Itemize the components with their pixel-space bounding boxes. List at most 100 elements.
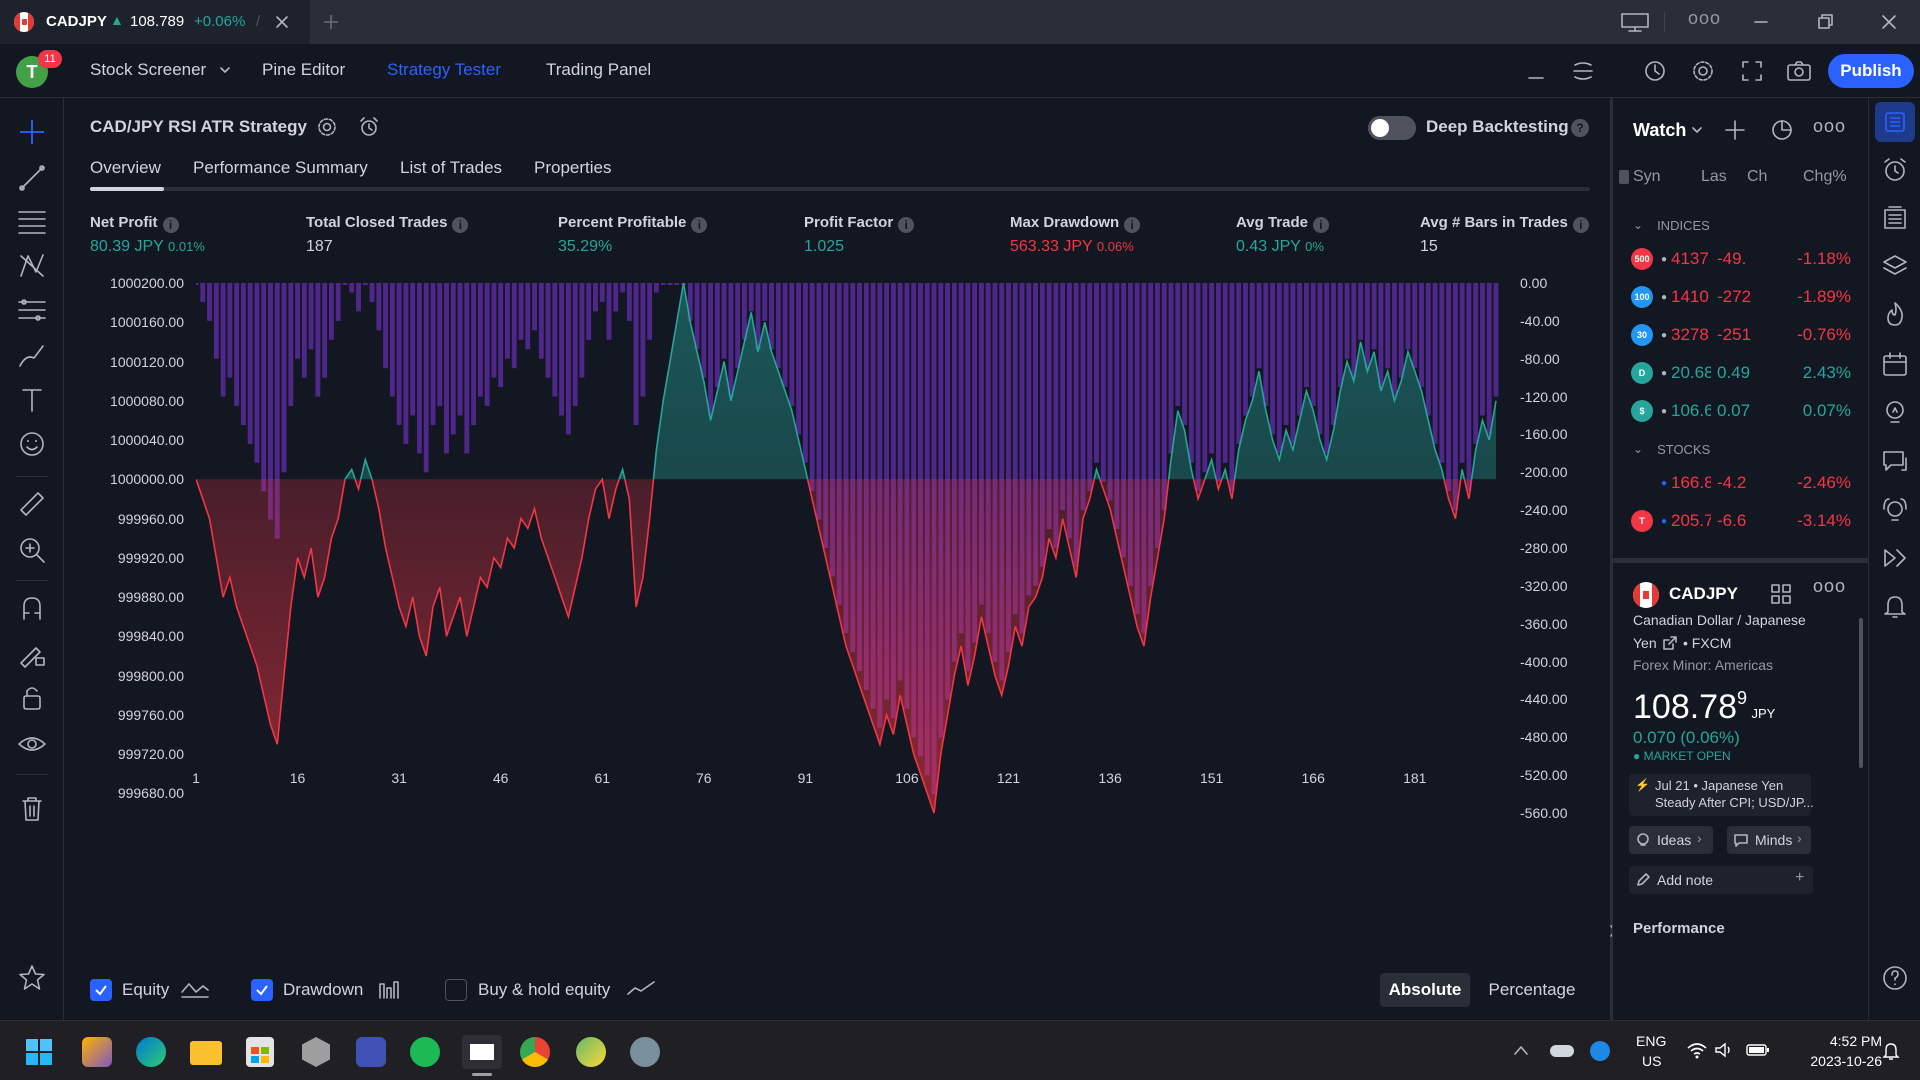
- watchlist-tab-button[interactable]: [1875, 102, 1915, 142]
- new-tab-icon[interactable]: [322, 13, 340, 31]
- percentage-button[interactable]: Percentage: [1476, 973, 1588, 1007]
- watchlist-title[interactable]: Watch: [1633, 120, 1686, 141]
- text-icon[interactable]: [16, 384, 48, 416]
- help-circle-icon[interactable]: [1881, 964, 1909, 992]
- publish-button[interactable]: Publish: [1828, 54, 1914, 88]
- watchlist-divider[interactable]: [1613, 558, 1869, 563]
- strategy-tester-tab[interactable]: Strategy Tester: [387, 60, 501, 80]
- trash-icon[interactable]: [16, 792, 48, 824]
- watchlist-row[interactable]: $ ● 106.6 0.07 0.07%: [1613, 392, 1869, 430]
- col-change-percent[interactable]: Chg%: [1803, 168, 1847, 186]
- windows-start-icon[interactable]: [26, 1039, 52, 1065]
- meta-trader-icon[interactable]: [576, 1037, 606, 1067]
- chevron-down-icon[interactable]: [219, 66, 231, 76]
- hotlist-fire-icon[interactable]: [1881, 300, 1909, 328]
- alarm-clock-icon[interactable]: [1881, 156, 1909, 184]
- star-icon[interactable]: [16, 962, 48, 994]
- col-change[interactable]: Ch: [1747, 168, 1767, 186]
- external-link-icon[interactable]: [1661, 634, 1679, 652]
- more-icon[interactable]: ooo: [1813, 576, 1846, 597]
- watchlist-row[interactable]: 100 ● 1410 -272 -1.89%: [1613, 278, 1869, 316]
- linear-app-icon[interactable]: [356, 1037, 386, 1067]
- chat-bubbles-icon[interactable]: [1881, 448, 1909, 476]
- drawdown-label[interactable]: Drawdown: [283, 980, 363, 1000]
- volume-icon[interactable]: [1714, 1041, 1734, 1059]
- clock-time[interactable]: 4:52 PM: [1810, 1033, 1882, 1049]
- ideas-button[interactable]: Ideas ›: [1629, 826, 1713, 854]
- replay-play-icon[interactable]: [1881, 544, 1909, 572]
- browser-tab[interactable]: CADJPY ▲ 108.789 +0.06% /: [0, 0, 310, 44]
- monitor-icon[interactable]: [1620, 12, 1650, 32]
- tradingview-app-icon[interactable]: [462, 1035, 502, 1069]
- more-icon[interactable]: ooo: [1688, 8, 1721, 29]
- gear-icon[interactable]: [1690, 58, 1716, 84]
- store-icon[interactable]: [246, 1037, 274, 1067]
- details-scrollbar[interactable]: [1859, 618, 1863, 768]
- chevron-down-icon[interactable]: [1691, 126, 1703, 136]
- col-last[interactable]: Las: [1701, 168, 1727, 186]
- minimize-panel-icon[interactable]: [1526, 62, 1546, 82]
- pie-chart-icon[interactable]: [1769, 116, 1795, 142]
- chevron-up-icon[interactable]: [1512, 1043, 1530, 1057]
- section-header-stocks[interactable]: ⌄ STOCKS: [1613, 434, 1869, 464]
- horizontal-lines-icon[interactable]: [16, 206, 48, 238]
- fib-icon[interactable]: [16, 294, 48, 326]
- ruler-icon[interactable]: [16, 488, 48, 520]
- region-label[interactable]: US: [1642, 1053, 1661, 1069]
- onedrive-icon[interactable]: [1550, 1045, 1574, 1057]
- minds-button[interactable]: Minds ›: [1727, 826, 1811, 854]
- emoji-icon[interactable]: [16, 428, 48, 460]
- app-hexagon-icon[interactable]: [302, 1037, 330, 1067]
- spotify-icon[interactable]: [410, 1037, 440, 1067]
- fullscreen-icon[interactable]: [1739, 58, 1765, 84]
- grid-view-icon[interactable]: [1769, 582, 1793, 606]
- details-symbol[interactable]: CADJPY: [1669, 584, 1738, 604]
- close-tab-icon[interactable]: [274, 14, 290, 30]
- ideas-bulb-icon[interactable]: [1881, 398, 1909, 426]
- pine-editor-tab[interactable]: Pine Editor: [262, 60, 345, 80]
- watchlist-row[interactable]: 30 ● 3278 -251 -0.76%: [1613, 316, 1869, 354]
- clock-date[interactable]: 2023-10-26: [1786, 1053, 1882, 1069]
- eye-icon[interactable]: [16, 728, 48, 760]
- equity-checkbox[interactable]: [90, 979, 112, 1001]
- calendar-icon[interactable]: [1881, 350, 1909, 378]
- file-explorer-icon[interactable]: [190, 1041, 222, 1065]
- add-note-button[interactable]: Add note +: [1629, 866, 1813, 894]
- news-card[interactable]: ⚡ Jul 21 • Japanese Yen Steady After CPI…: [1629, 774, 1814, 816]
- language-label[interactable]: ENG: [1636, 1033, 1666, 1049]
- signal-bulb-icon[interactable]: [1881, 496, 1909, 524]
- wifi-icon[interactable]: [1686, 1041, 1708, 1059]
- close-window-icon[interactable]: [1880, 13, 1898, 31]
- magnet-icon[interactable]: [16, 592, 48, 624]
- section-header-indices[interactable]: ⌄ INDICES: [1613, 210, 1869, 240]
- watchlist-row[interactable]: T ● 205.7 -6.6 -3.14%: [1613, 502, 1869, 540]
- pattern-icon[interactable]: [16, 250, 48, 282]
- trading-panel-tab[interactable]: Trading Panel: [546, 60, 651, 80]
- maximize-panel-icon[interactable]: [1572, 60, 1594, 82]
- chrome-icon[interactable]: [520, 1037, 550, 1067]
- lock-drawing-icon[interactable]: [16, 638, 48, 670]
- add-symbol-icon[interactable]: [1723, 118, 1747, 142]
- stock-screener-tab[interactable]: Stock Screener: [90, 60, 206, 80]
- buy-hold-checkbox[interactable]: [445, 979, 467, 1001]
- zoom-in-icon[interactable]: [16, 534, 48, 566]
- notification-bell-icon[interactable]: [1882, 1041, 1900, 1061]
- crosshair-icon[interactable]: [16, 116, 48, 148]
- absolute-button[interactable]: Absolute: [1380, 973, 1470, 1007]
- equity-label[interactable]: Equity: [122, 980, 169, 1000]
- watchlist-row[interactable]: D ● 20.68 0.49 2.43%: [1613, 354, 1869, 392]
- more-icon[interactable]: ooo: [1813, 116, 1846, 137]
- brush-icon[interactable]: [16, 340, 48, 372]
- watchlist-row[interactable]: 500 ● 4137 -49. -1.18%: [1613, 240, 1869, 278]
- replay-icon[interactable]: [1642, 58, 1668, 84]
- widgets-icon[interactable]: [82, 1037, 112, 1067]
- settings-app-icon[interactable]: [630, 1037, 660, 1067]
- trend-line-icon[interactable]: [16, 162, 48, 194]
- buy-hold-label[interactable]: Buy & hold equity: [478, 980, 610, 1000]
- bell-icon[interactable]: [1881, 592, 1909, 620]
- camera-icon[interactable]: [1785, 58, 1813, 84]
- col-symbol[interactable]: Syn: [1633, 168, 1661, 186]
- data-window-icon[interactable]: [1881, 204, 1909, 232]
- minimize-icon[interactable]: [1752, 14, 1770, 30]
- drawdown-checkbox[interactable]: [251, 979, 273, 1001]
